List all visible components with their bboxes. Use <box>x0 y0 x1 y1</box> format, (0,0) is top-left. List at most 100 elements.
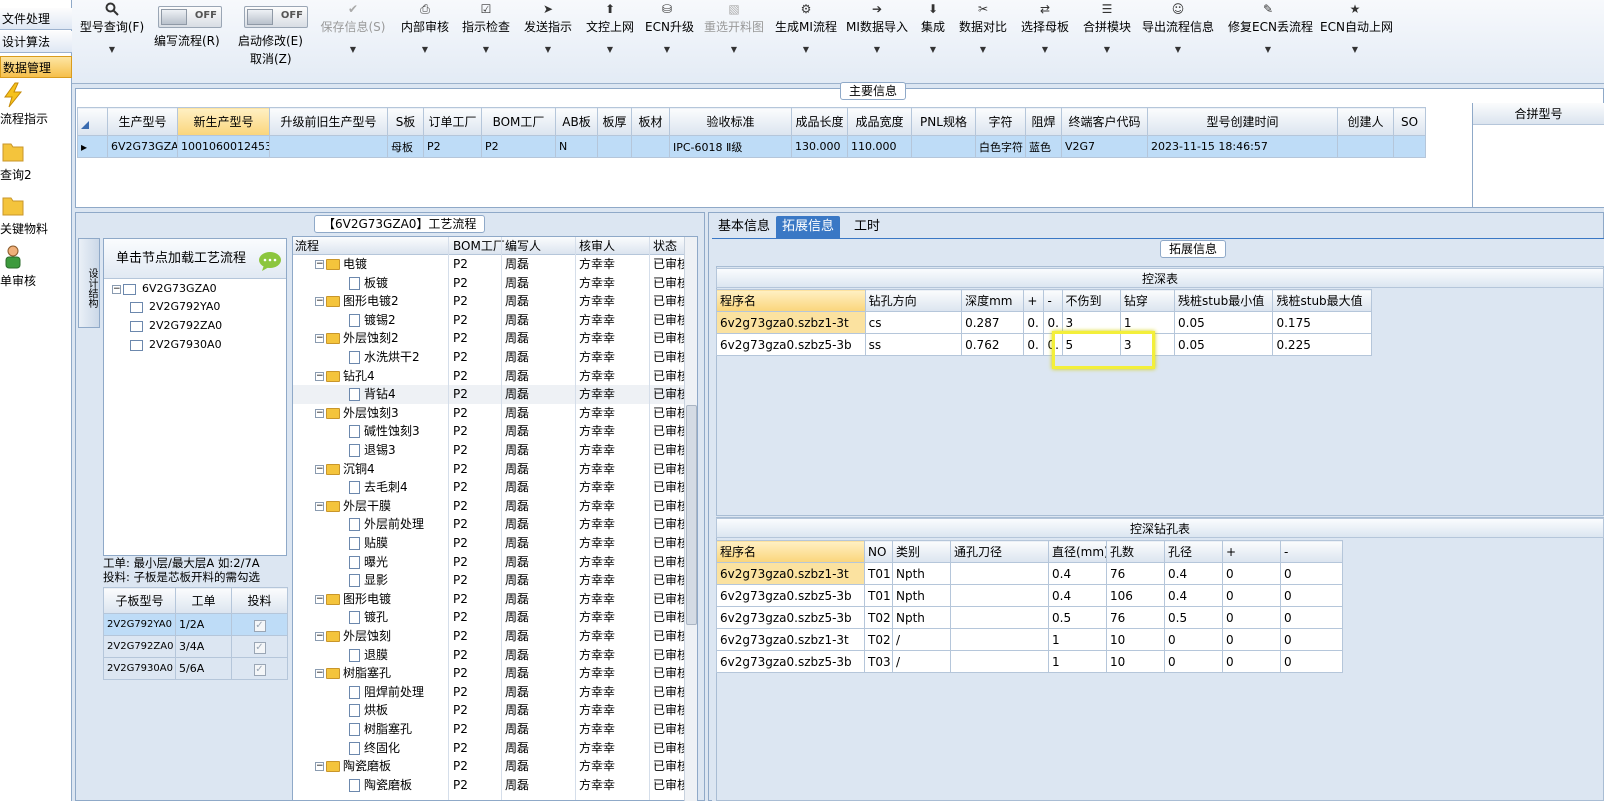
tab-basic-info[interactable]: 基本信息 <box>712 216 776 238</box>
column-header[interactable]: PNL规格 <box>911 107 976 136</box>
table-cell[interactable]: 0.762 <box>961 333 1025 356</box>
flow-row[interactable]: 显影 P2 周磊 方幸幸 已审核 <box>293 571 697 590</box>
column-header[interactable]: 投料 <box>231 587 288 614</box>
table-cell[interactable]: / <box>892 650 951 673</box>
collapse-icon[interactable]: − <box>315 371 324 381</box>
flow-name-cell[interactable]: − 外层蚀刻2 <box>315 329 399 347</box>
flow-name-cell[interactable]: 背钻4 <box>331 385 396 403</box>
tree-node[interactable]: 2V2G792YA0 <box>130 299 220 315</box>
table-row[interactable]: 2V2G792YA0 1/2A ✓ <box>103 613 288 636</box>
flow-name-cell[interactable]: − 树脂塞孔 <box>315 664 391 682</box>
toolbar-button-10[interactable]: ✂ 数据对比 ▼ <box>958 0 1008 84</box>
flow-row[interactable]: 曝光 P2 周磊 方幸幸 已审核 <box>293 553 697 572</box>
collapse-icon[interactable]: − <box>315 762 324 772</box>
collapse-icon[interactable]: − <box>315 297 324 307</box>
table-cell[interactable]: 0 <box>1164 650 1223 673</box>
table-row[interactable]: 2V2G7930A0 5/6A ✓ <box>103 657 288 680</box>
flow-name-cell[interactable]: − 钻孔4 <box>315 367 375 385</box>
column-header[interactable]: 板材 <box>631 107 670 136</box>
column-header[interactable]: SO <box>1393 107 1426 136</box>
column-header[interactable]: 验收标准 <box>669 107 792 136</box>
table-row[interactable]: 6v2g73gza0.szbz5-3b T01 Npth 0.4 106 0.4 0 0 <box>716 584 1343 607</box>
table-cell[interactable]: 0 <box>1280 606 1343 629</box>
column-header[interactable]: 成品长度 <box>791 107 848 136</box>
flow-name-cell[interactable]: 退膜 <box>331 646 388 664</box>
column-header[interactable]: 类别 <box>892 540 951 563</box>
column-header[interactable]: 程序名 <box>716 289 866 312</box>
column-header[interactable]: NO <box>864 540 893 563</box>
table-cell[interactable] <box>911 135 976 158</box>
column-header[interactable]: 型号创建时间 <box>1147 107 1338 136</box>
table-cell[interactable]: T03 <box>864 650 893 673</box>
toolbar-button-6[interactable]: ▧ 重选开料图 ▼ <box>702 0 766 84</box>
flow-name-cell[interactable]: 退锡3 <box>331 441 396 459</box>
flow-row[interactable]: − 陶瓷磨板 P2 周磊 方幸幸 已审核 <box>293 757 697 776</box>
table-cell[interactable] <box>950 584 1049 607</box>
column-header[interactable]: - <box>1043 289 1063 312</box>
feed-checkbox[interactable]: ✓ <box>231 635 288 658</box>
toolbar-button-5[interactable]: ⛁ ECN升级 ▼ <box>645 0 694 84</box>
flow-row[interactable]: − 树脂塞孔 P2 周磊 方幸幸 已审核 <box>293 664 697 683</box>
table-cell[interactable] <box>1393 135 1426 158</box>
flow-row[interactable]: 陶瓷磨板 P2 周磊 方幸幸 已审核 <box>293 776 697 795</box>
table-cell[interactable]: 0.4 <box>1048 584 1107 607</box>
toolbar-button-4[interactable]: ⬆ 文控上网 ▼ <box>585 0 635 84</box>
table-cell[interactable]: T01 <box>864 562 893 585</box>
collapse-icon[interactable]: − <box>315 260 324 269</box>
flow-name-cell[interactable]: 终固化 <box>331 739 400 757</box>
flow-name-cell[interactable]: − 陶瓷磨板 <box>315 757 391 775</box>
flow-row[interactable]: 碱性蚀刻3 P2 周磊 方幸幸 已审核 <box>293 422 697 441</box>
column-header[interactable]: 工单 <box>175 587 232 614</box>
table-cell[interactable]: 2V2G792ZA0 <box>103 635 176 658</box>
table-row[interactable]: 6v2g73gza0.szbz5-3b ss 0.762 0. 0. 5 3 0.05 0.22… <box>716 333 1372 356</box>
tree-node[interactable]: 2V2G792ZA0 <box>130 318 222 334</box>
table-cell[interactable] <box>950 628 1049 651</box>
nav-tab-design[interactable]: 设计算法 <box>0 31 72 53</box>
flow-scrollbar[interactable] <box>684 237 697 801</box>
nav-item-order-review[interactable]: 单审核 <box>0 244 72 294</box>
table-cell[interactable]: 白色字符 <box>975 135 1026 158</box>
column-header[interactable]: AB板 <box>555 107 598 136</box>
flow-row[interactable]: 背钻4 P2 周磊 方幸幸 已审核 <box>293 385 697 404</box>
table-cell[interactable]: 6v2g73gza0.szbz1-3t <box>716 562 865 585</box>
table-cell[interactable]: 5/6A <box>175 657 232 680</box>
flow-name-cell[interactable]: − 图形电镀2 <box>315 292 399 310</box>
table-cell[interactable]: 6v2g73gza0.szbz5-3b <box>716 333 866 356</box>
flow-row[interactable]: 镀孔 P2 周磊 方幸幸 已审核 <box>293 608 697 627</box>
tab-work-hours[interactable]: 工时 <box>848 216 886 238</box>
table-cell[interactable]: 0.5 <box>1164 606 1223 629</box>
column-header[interactable]: BOM工厂 <box>481 107 556 136</box>
table-cell[interactable]: 106 <box>1106 584 1165 607</box>
table-row[interactable]: ▸6V2G73GZA010010600124538母板P2P2NIPC-6018… <box>77 135 1426 158</box>
column-header[interactable]: + <box>1023 289 1045 312</box>
collapse-icon[interactable]: − <box>315 632 324 641</box>
column-header[interactable]: 残桩stub最小值 <box>1174 289 1274 312</box>
column-header[interactable]: 不伤到 <box>1061 289 1121 312</box>
table-cell[interactable]: T02 <box>864 606 893 629</box>
table-cell[interactable]: P2 <box>481 135 556 158</box>
table-cell[interactable]: 0.4 <box>1048 562 1107 585</box>
flow-row[interactable]: − 电镀 P2 周磊 方幸幸 已审核 <box>293 255 697 274</box>
table-cell[interactable]: 6v2g73gza0.szbz5-3b <box>716 650 865 673</box>
design-structure-tab[interactable]: 设计结构 <box>78 238 100 328</box>
flow-row[interactable]: 退膜 P2 周磊 方幸幸 已审核 <box>293 646 697 665</box>
table-cell[interactable]: 0.225 <box>1272 333 1372 356</box>
table-cell[interactable]: 0 <box>1280 628 1343 651</box>
column-header[interactable]: 订单工厂 <box>423 107 482 136</box>
flow-name-cell[interactable]: 外层前处理 <box>331 515 424 533</box>
nav-item-query2[interactable]: 查询2 <box>0 138 72 188</box>
table-cell[interactable]: 110.000 <box>847 135 912 158</box>
column-header[interactable]: 成品宽度 <box>847 107 912 136</box>
table-cell[interactable]: 0 <box>1222 584 1281 607</box>
table-cell[interactable]: 2V2G792YA0 <box>103 613 176 636</box>
feed-checkbox[interactable]: ✓ <box>231 657 288 680</box>
flow-row[interactable]: 外层前处理 P2 周磊 方幸幸 已审核 <box>293 515 697 534</box>
column-header[interactable]: 流程 <box>295 237 319 255</box>
table-row[interactable]: 6v2g73gza0.szbz5-3b T02 Npth 0.5 76 0.5 0 0 <box>716 606 1343 629</box>
table-cell[interactable]: N <box>555 135 598 158</box>
flow-name-cell[interactable]: 板镀 <box>331 274 388 292</box>
feed-checkbox[interactable]: ✓ <box>231 613 288 636</box>
table-cell[interactable] <box>950 562 1049 585</box>
collapse-icon[interactable]: − <box>112 284 121 294</box>
table-cell[interactable]: 0.4 <box>1164 562 1223 585</box>
